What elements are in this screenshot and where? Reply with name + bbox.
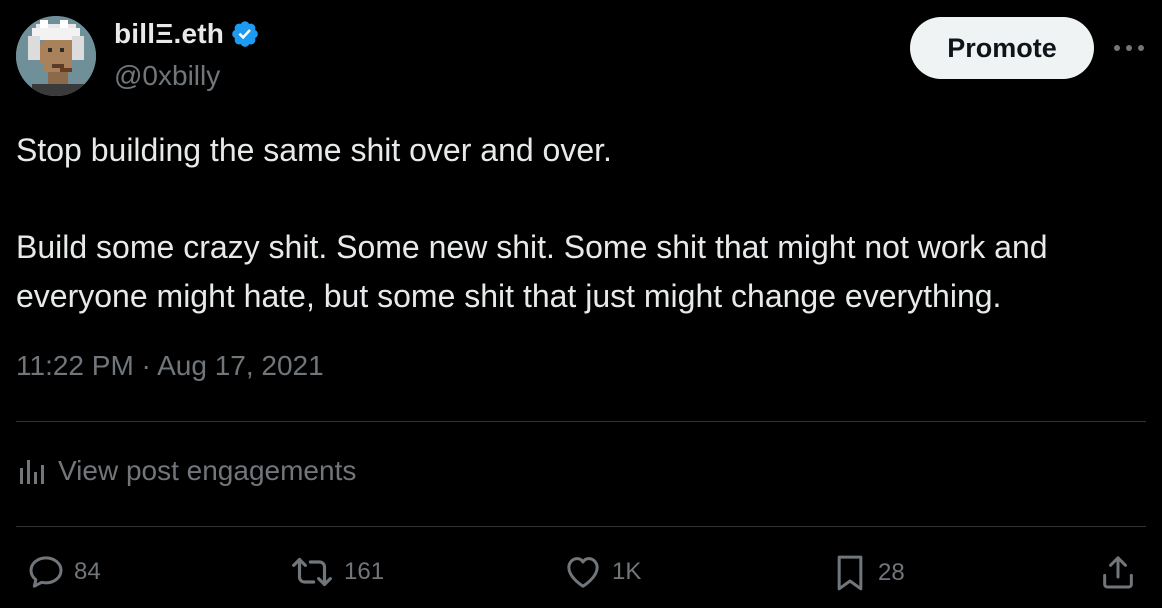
repost-button[interactable]: 161: [288, 552, 384, 592]
share-icon: [1103, 556, 1133, 589]
tweet-text: Stop building the same shit over and ove…: [16, 126, 1156, 321]
promote-button[interactable]: Promote: [910, 17, 1094, 79]
tweet-timestamp[interactable]: 11:22 PM · Aug 17, 2021: [16, 350, 324, 382]
like-button[interactable]: 1K: [562, 552, 641, 592]
share-button[interactable]: [1098, 552, 1138, 592]
repost-icon: [292, 557, 332, 587]
author-handle[interactable]: @0xbilly: [114, 60, 220, 92]
view-engagements-link[interactable]: View post engagements: [18, 455, 356, 487]
like-count: 1K: [612, 558, 642, 585]
tweet-paragraph: Build some crazy shit. Some new shit. So…: [16, 229, 1057, 314]
reply-count: 84: [74, 558, 101, 585]
author-display-name[interactable]: billΞ.eth: [114, 18, 224, 50]
bookmark-icon: [837, 555, 863, 591]
bookmark-count: 28: [878, 559, 905, 586]
author-name-row[interactable]: billΞ.eth: [114, 18, 260, 50]
more-options-button[interactable]: [1112, 28, 1146, 68]
reply-icon: [29, 556, 63, 588]
reply-button[interactable]: 84: [26, 552, 101, 592]
verified-badge-icon[interactable]: [230, 19, 260, 49]
pixel-punk-avatar-icon: [16, 16, 96, 96]
divider: [16, 526, 1146, 527]
heart-icon: [567, 557, 599, 588]
repost-count: 161: [344, 558, 385, 585]
more-horizontal-icon: [1114, 45, 1144, 51]
bookmark-button[interactable]: 28: [830, 552, 905, 594]
view-engagements-label: View post engagements: [58, 455, 357, 486]
divider: [16, 421, 1146, 422]
tweet-paragraph: Stop building the same shit over and ove…: [16, 132, 612, 168]
analytics-bar-icon: [20, 460, 44, 484]
avatar[interactable]: [16, 16, 96, 96]
